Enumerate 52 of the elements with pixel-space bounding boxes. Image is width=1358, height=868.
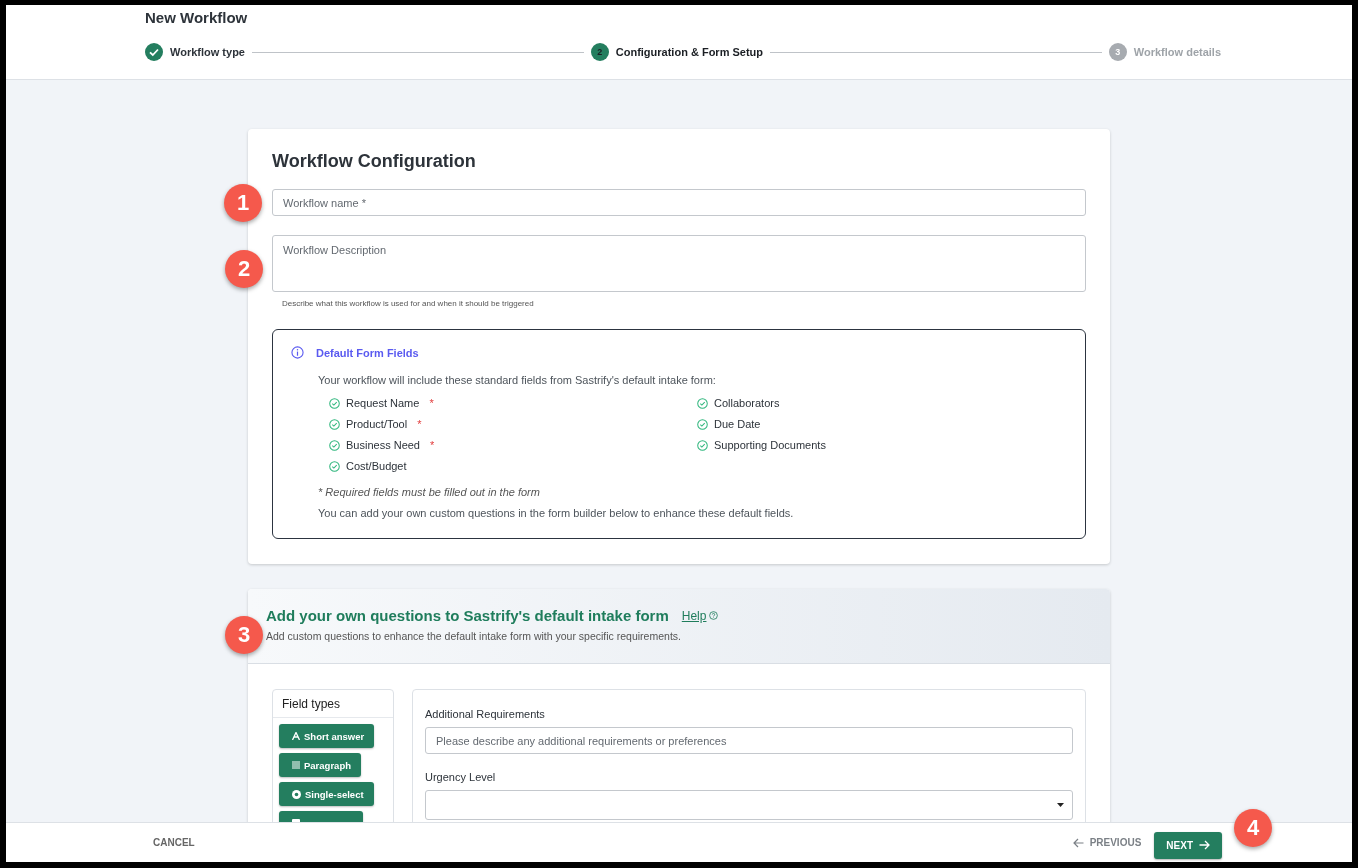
step-number: 2	[590, 43, 609, 61]
radio-icon	[292, 789, 301, 799]
field-type-button[interactable]: Single-select	[279, 782, 374, 806]
section-title: Add your own questions to Sastrify's default intake form	[266, 607, 669, 624]
cancel-button[interactable]: CANCEL	[147, 836, 201, 849]
field-type-button[interactable]: Short answer	[279, 724, 375, 748]
check-circle-icon	[697, 439, 708, 451]
arrow-right-icon	[1199, 840, 1210, 850]
select-field[interactable]	[425, 790, 1073, 820]
required-mark: *	[430, 438, 435, 452]
check-circle-icon	[697, 418, 708, 430]
previous-button[interactable]: PREVIOUS	[1062, 831, 1152, 854]
check-circle-icon	[329, 397, 340, 409]
card-title: Workflow Configuration	[272, 150, 477, 172]
name-field[interactable]: Workflow name *	[272, 189, 1086, 216]
caret-icon	[1057, 803, 1064, 807]
panel-title: Field types	[273, 690, 393, 718]
step-label[interactable]: Workflow type	[170, 46, 245, 58]
field-name: Collaborators	[714, 396, 780, 410]
field-name: Supporting Documents	[714, 438, 826, 452]
field-type-button[interactable]: Paragraph	[279, 753, 361, 777]
page-title: New Workflow	[145, 8, 249, 28]
field-name: Business Need	[346, 438, 420, 452]
help-icon	[709, 611, 719, 620]
helper-text: Describe what this workflow is used for and when it should be triggered	[282, 299, 534, 308]
required-mark: *	[417, 417, 422, 431]
help-link[interactable]: Help	[681, 608, 719, 623]
info-text: You can add your own custom questions in the form builder below to enhance these default fields.	[318, 507, 795, 519]
text-field[interactable]: Please describe any additional requirements or preferences	[425, 727, 1073, 754]
step-number: 3	[1108, 43, 1127, 61]
info-icon	[291, 346, 304, 359]
info-text: Your workflow will include these standard fields from Sastrify's default intake form:	[318, 374, 717, 386]
required-note: * Required fields must be filled out in the form	[318, 486, 541, 498]
field-name: Product/Tool	[346, 417, 408, 431]
question-label: Urgency Level	[425, 771, 497, 783]
field-name: Cost/Budget	[346, 459, 407, 473]
letter-icon	[292, 732, 300, 740]
question-label: Additional Requirements	[425, 708, 546, 720]
description-field[interactable]: Workflow Description	[272, 235, 1086, 292]
arrow-left-icon	[1072, 837, 1084, 848]
field-name: Request Name	[346, 396, 420, 410]
step-label[interactable]: Workflow details	[1133, 46, 1221, 58]
next-button[interactable]: NEXT	[1154, 831, 1222, 859]
check-circle-icon	[329, 460, 340, 472]
check-circle-icon	[329, 418, 340, 430]
step-label[interactable]: Configuration & Form Setup	[615, 46, 764, 58]
check-circle-icon	[697, 397, 708, 409]
section-subtitle: Add custom questions to enhance the default intake form with your specific requirements.	[266, 630, 682, 642]
check-circle-icon	[329, 439, 340, 451]
info-title: Default Form Fields	[316, 346, 419, 359]
required-mark: *	[429, 396, 434, 410]
field-name: Due Date	[714, 417, 761, 431]
